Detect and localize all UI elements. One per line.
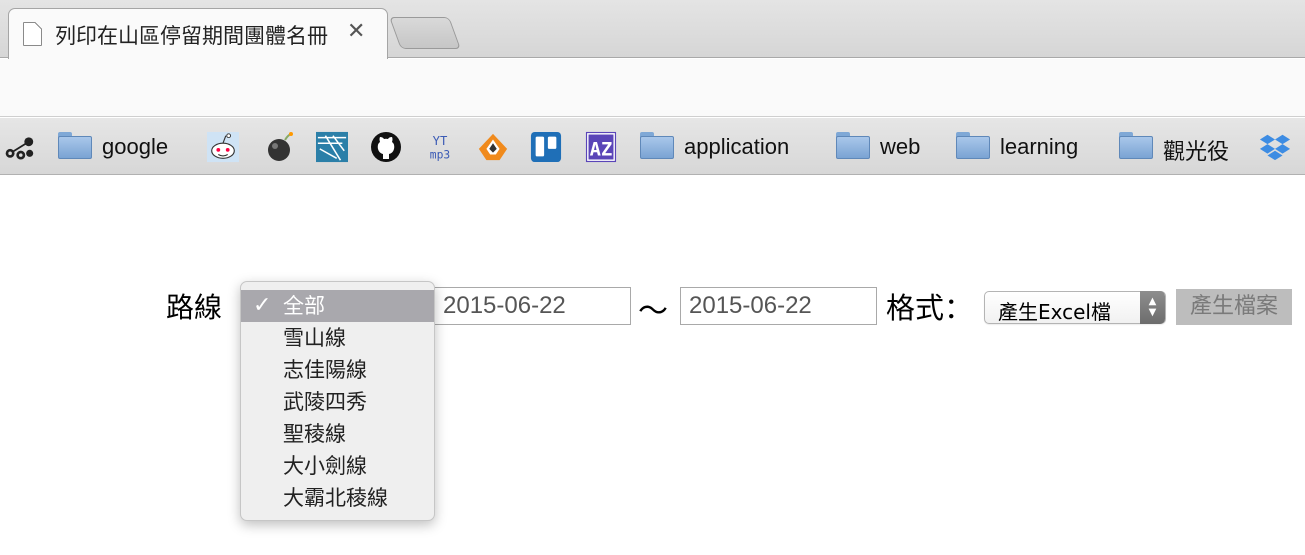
format-selected-value: 產生Excel檔	[998, 300, 1111, 324]
browser-tab[interactable]: 列印在山區停留期間團體名冊 ✕	[8, 8, 388, 59]
route-dropdown-menu: ✓ 全部 雪山線 志佳陽線 武陵四秀 聖稜線 大小劍線 大霸北稜線	[240, 281, 435, 521]
bookmark-bomb[interactable]	[264, 118, 294, 175]
route-option[interactable]: 雪山線	[241, 322, 434, 354]
format-select[interactable]: 產生Excel檔 ▲ ▼	[984, 291, 1166, 324]
bookmark-folder-google[interactable]: google	[58, 118, 183, 175]
bookmark-folder-application[interactable]: application	[640, 118, 810, 175]
folder-icon	[956, 132, 990, 159]
new-tab-button[interactable]	[389, 17, 461, 49]
generate-file-button[interactable]: 產生檔案	[1176, 289, 1292, 325]
route-option[interactable]: 大霸北稜線	[241, 482, 434, 514]
az-icon: AZ	[585, 131, 617, 163]
route-option[interactable]: 志佳陽線	[241, 354, 434, 386]
bomb-icon	[268, 132, 293, 161]
route-option[interactable]: 武陵四秀	[241, 386, 434, 418]
date-separator: 〜	[638, 294, 668, 329]
folder-icon	[58, 132, 92, 159]
folder-icon	[836, 132, 870, 159]
end-date-input[interactable]	[680, 287, 877, 325]
route-label: 路線	[166, 291, 223, 324]
route-option-label: 志佳陽線	[283, 358, 367, 382]
bookmark-az[interactable]: AZ	[585, 118, 619, 175]
reddit-icon	[207, 131, 239, 163]
molecule-icon	[5, 137, 34, 160]
yt-mp3-icon: YT mp3	[430, 134, 450, 161]
svg-text:YT: YT	[433, 134, 448, 148]
bookmark-label: 觀光役	[1163, 140, 1230, 165]
bookmark-folder-web[interactable]: web	[836, 118, 931, 175]
bookmark-network[interactable]	[316, 118, 350, 175]
bookmark-molecule[interactable]	[3, 118, 39, 175]
folder-icon	[640, 132, 674, 159]
route-option-label: 大霸北稜線	[283, 486, 388, 510]
bookmark-label: web	[880, 134, 921, 159]
github-icon	[371, 132, 401, 162]
orange-app-icon	[478, 133, 508, 161]
tab-strip: 列印在山區停留期間團體名冊 ✕	[0, 0, 1305, 59]
select-stepper-icon: ▲ ▼	[1140, 291, 1165, 324]
route-option-label: 全部	[283, 294, 325, 318]
bookmark-label: google	[102, 134, 169, 159]
close-tab-icon[interactable]: ✕	[347, 19, 365, 44]
bookmark-orange-app[interactable]	[477, 118, 511, 175]
bookmark-trello[interactable]	[530, 118, 564, 175]
tab-title: 列印在山區停留期間團體名冊	[55, 24, 328, 48]
bookmark-yt-mp3[interactable]: YT mp3	[424, 118, 458, 175]
route-option[interactable]: 聖稜線	[241, 418, 434, 450]
bookmark-dropbox[interactable]	[1259, 118, 1293, 175]
route-option-all[interactable]: ✓ 全部	[241, 290, 434, 322]
checkmark-icon: ✓	[253, 293, 272, 318]
bookmark-reddit[interactable]	[207, 118, 241, 175]
trello-icon	[530, 131, 562, 163]
dropbox-icon	[1259, 134, 1291, 161]
route-option-label: 大小劍線	[283, 454, 367, 478]
browser-toolbar	[0, 59, 1305, 117]
network-icon	[316, 131, 348, 163]
route-option-label: 雪山線	[283, 326, 346, 350]
route-option-label: 武陵四秀	[283, 390, 367, 414]
bookmark-folder-guanguangyi[interactable]: 觀光役	[1119, 118, 1234, 175]
bookmark-label: application	[684, 134, 790, 159]
folder-icon	[1119, 132, 1153, 159]
bookmarks-bar: google YT mp3 AZ application web learnin…	[0, 118, 1305, 175]
route-option-label: 聖稜線	[283, 422, 346, 446]
start-date-input[interactable]	[434, 287, 631, 325]
page-icon	[23, 22, 42, 46]
svg-text:AZ: AZ	[590, 139, 613, 160]
bookmark-label: learning	[1000, 134, 1079, 159]
format-label: 格式：	[886, 291, 974, 325]
route-option[interactable]: 大小劍線	[241, 450, 434, 482]
bookmark-folder-learning[interactable]: learning	[956, 118, 1096, 175]
bookmark-github[interactable]	[370, 118, 402, 175]
svg-text:mp3: mp3	[430, 148, 450, 161]
